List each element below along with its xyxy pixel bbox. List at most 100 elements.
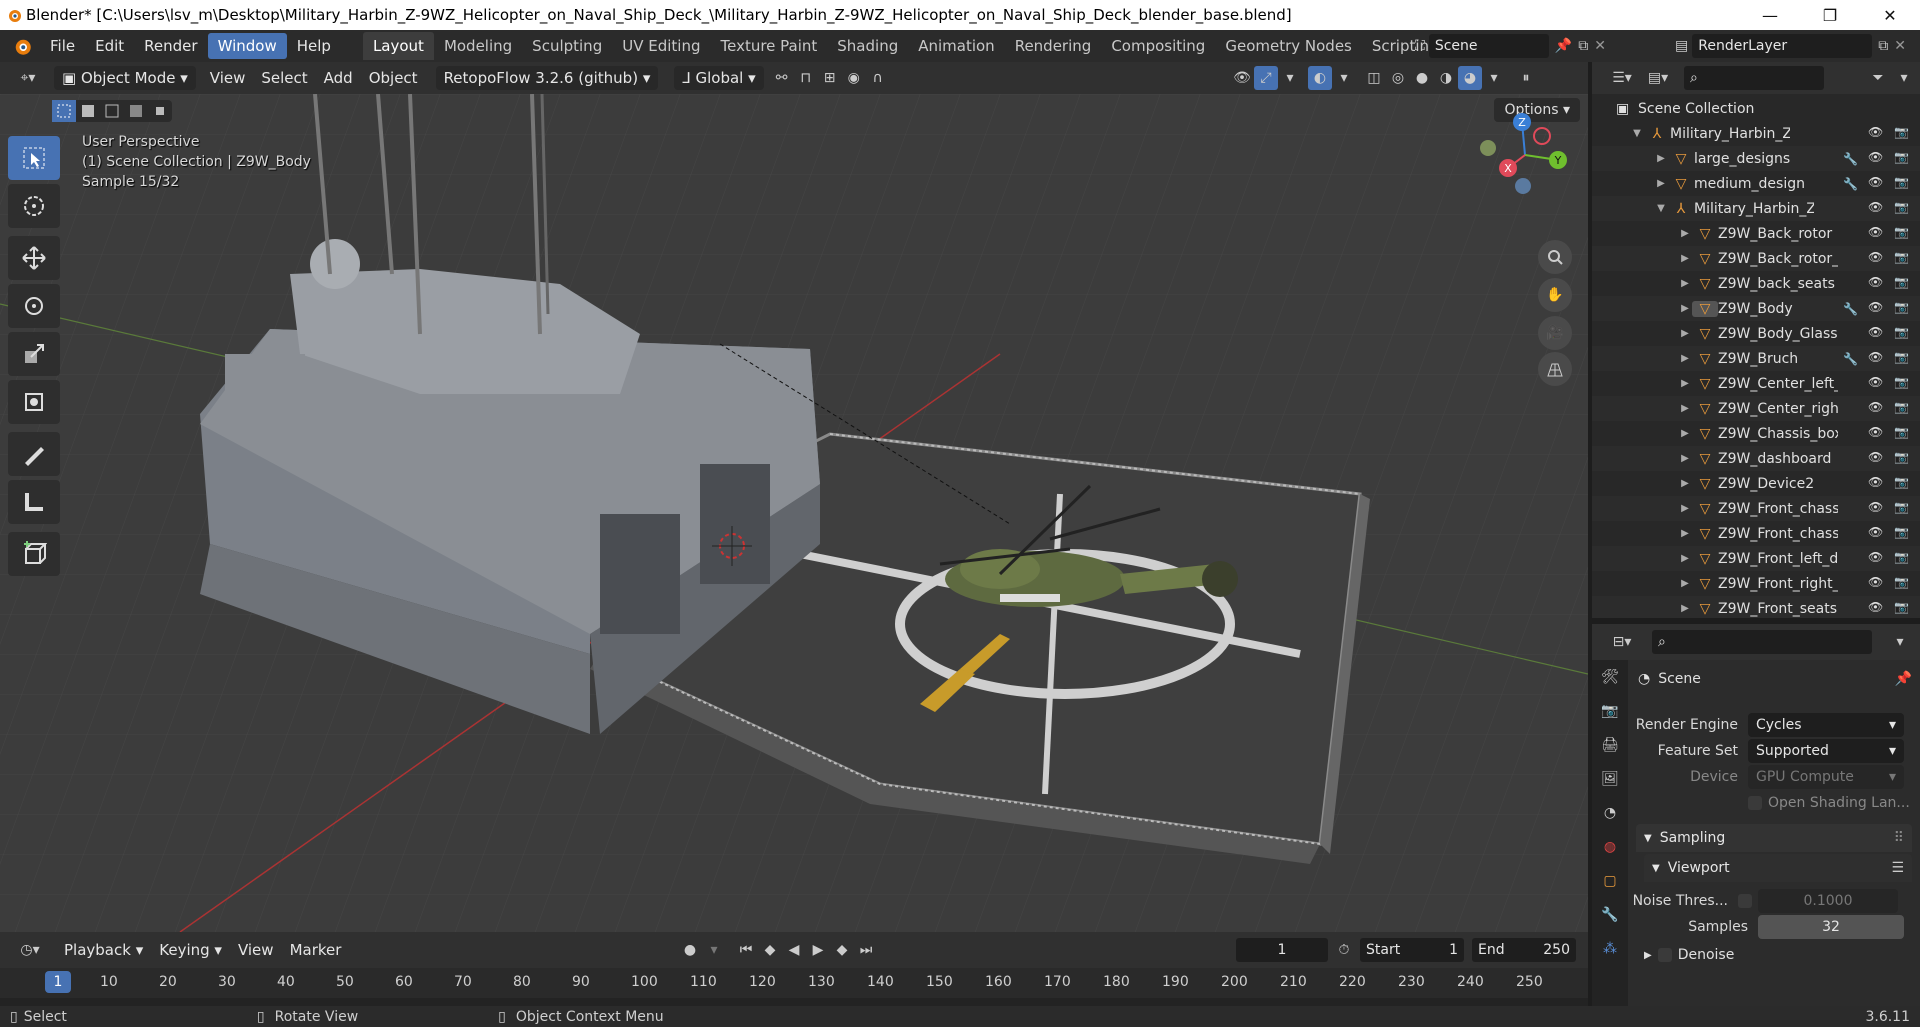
sampling-panel-header[interactable]: ▼ Sampling ⠿ — [1636, 824, 1912, 852]
pivot-icon[interactable]: ⚯ — [770, 66, 794, 90]
pause-render-icon[interactable]: ⏸ — [1514, 66, 1538, 90]
scene-tab-icon[interactable]: ◔ — [1592, 796, 1628, 830]
render-camera-icon[interactable]: 📷 — [1894, 150, 1912, 168]
cursor-tool[interactable] — [8, 184, 60, 228]
tab-modeling[interactable]: Modeling — [434, 32, 522, 60]
minimize-button[interactable]: — — [1740, 0, 1800, 30]
add-cube-tool[interactable] — [8, 532, 60, 576]
modifier-tab-icon[interactable]: 🔧 — [1592, 898, 1628, 932]
navigation-gizmo[interactable]: Z Y X — [1470, 110, 1580, 200]
visibility-eye-icon[interactable]: 👁 — [1868, 175, 1886, 193]
outliner-item[interactable]: ▶ ▽ Z9W_Back_rotor 👁 📷 — [1592, 221, 1920, 246]
chevron-right-icon[interactable]: ▶ — [1678, 478, 1692, 489]
visibility-eye-icon[interactable]: 👁 — [1868, 375, 1886, 393]
drag-handle-icon[interactable]: ⠿ — [1894, 830, 1904, 846]
outliner-item[interactable]: ▶ ▽ Z9W_Device2 👁 📷 — [1592, 471, 1920, 496]
visibility-eye-icon[interactable]: 👁 — [1868, 300, 1886, 318]
select-extend-icon[interactable] — [76, 100, 100, 122]
scene-icon[interactable]: ⛶ — [1415, 38, 1425, 54]
outliner-item[interactable]: ▶ ▽ large_designs 🔧 👁 📷 — [1592, 146, 1920, 171]
world-tab-icon[interactable]: ◍ — [1592, 830, 1628, 864]
close-button[interactable]: ✕ — [1860, 0, 1920, 30]
tab-compositing[interactable]: Compositing — [1101, 32, 1215, 60]
chevron-right-icon[interactable]: ▶ — [1678, 278, 1692, 289]
visibility-icon[interactable]: 👁 — [1230, 66, 1254, 90]
outliner-item[interactable]: ▶ ▽ Z9W_Front_left_dc 👁 📷 — [1592, 546, 1920, 571]
chevron-right-icon[interactable]: ▶ — [1678, 253, 1692, 264]
properties-dropdown-icon[interactable]: ▾ — [1888, 630, 1912, 654]
move-tool[interactable] — [8, 236, 60, 280]
current-frame-field[interactable]: 1 — [1236, 938, 1328, 962]
visibility-eye-icon[interactable]: 👁 — [1868, 275, 1886, 293]
play-icon[interactable]: ▶ — [806, 938, 830, 962]
snap-target-icon[interactable]: ⊞ — [818, 66, 842, 90]
visibility-eye-icon[interactable]: 👁 — [1868, 150, 1886, 168]
pin-icon[interactable]: 📌 — [1555, 38, 1572, 54]
chevron-right-icon[interactable]: ▶ — [1678, 428, 1692, 439]
chevron-right-icon[interactable]: ▶ — [1654, 153, 1668, 164]
tab-uv-editing[interactable]: UV Editing — [612, 32, 710, 60]
tab-sculpting[interactable]: Sculpting — [522, 32, 612, 60]
chevron-right-icon[interactable]: ▶ — [1678, 603, 1692, 614]
visibility-eye-icon[interactable]: 👁 — [1868, 525, 1886, 543]
mode-dropdown[interactable]: ▣ Object Mode ▾ — [54, 66, 196, 90]
scale-tool[interactable] — [8, 332, 60, 376]
scene-collection-row[interactable]: ▣ Scene Collection — [1592, 96, 1920, 121]
chevron-right-icon[interactable]: ▶ — [1678, 403, 1692, 414]
select-new-icon[interactable] — [52, 100, 76, 122]
chevron-right-icon[interactable]: ▶ — [1678, 228, 1692, 239]
object-tab-icon[interactable]: ▢ — [1592, 864, 1628, 898]
falloff-icon[interactable]: ∩ — [866, 66, 890, 90]
tab-texture-paint[interactable]: Texture Paint — [710, 32, 827, 60]
outliner-item[interactable]: ▼ ⅄ Military_Harbin_Z_9W7 👁 📷 — [1592, 196, 1920, 221]
render-camera-icon[interactable]: 📷 — [1894, 475, 1912, 493]
visibility-eye-icon[interactable]: 👁 — [1868, 500, 1886, 518]
visibility-eye-icon[interactable]: 👁 — [1868, 425, 1886, 443]
solid-shading-icon[interactable]: ● — [1410, 66, 1434, 90]
timeline-scrollbar[interactable] — [0, 998, 1588, 1006]
zoom-icon[interactable] — [1538, 240, 1572, 274]
visibility-eye-icon[interactable]: 👁 — [1868, 400, 1886, 418]
render-engine-dropdown[interactable]: Cycles ▾ — [1748, 713, 1904, 737]
chevron-right-icon[interactable]: ▶ — [1678, 378, 1692, 389]
chevron-right-icon[interactable]: ▶ — [1678, 353, 1692, 364]
orientation-dropdown[interactable]: ⅃ Global ▾ — [674, 66, 764, 90]
gizmo-dropdown-icon[interactable]: ▾ — [1278, 66, 1302, 90]
samples-field[interactable]: 32 — [1758, 915, 1904, 939]
render-camera-icon[interactable]: 📷 — [1894, 375, 1912, 393]
outliner-item[interactable]: ▶ ▽ Z9W_Front_seats 👁 📷 — [1592, 596, 1920, 618]
rotate-tool[interactable] — [8, 284, 60, 328]
render-camera-icon[interactable]: 📷 — [1894, 400, 1912, 418]
rendered-shading-icon[interactable]: ◕ — [1458, 66, 1482, 90]
pin-context-icon[interactable]: 📌 — [1895, 671, 1912, 687]
prev-keyframe-icon[interactable]: ◆ — [758, 938, 782, 962]
outliner-item[interactable]: ▶ ▽ Z9W_Center_right 👁 📷 — [1592, 396, 1920, 421]
filter-icon[interactable]: ⏷ — [1866, 66, 1890, 90]
snap-icon[interactable]: ⊓ — [794, 66, 818, 90]
outliner-search-input[interactable]: ⌕ — [1684, 66, 1824, 90]
osl-checkbox[interactable] — [1748, 796, 1762, 810]
overlay-toggle-icon[interactable]: ◐ — [1308, 66, 1332, 90]
visibility-eye-icon[interactable]: 👁 — [1868, 125, 1886, 143]
chevron-right-icon[interactable]: ▶ — [1678, 503, 1692, 514]
menu-marker[interactable]: Marker — [282, 938, 350, 962]
annotate-tool[interactable] — [8, 432, 60, 476]
jump-end-icon[interactable]: ⏭ — [854, 938, 878, 962]
visibility-eye-icon[interactable]: 👁 — [1868, 250, 1886, 268]
outliner-item[interactable]: ▼ ⅄ Military_Harbin_Z_9WZ_He 👁 📷 — [1592, 121, 1920, 146]
menu-edit[interactable]: Edit — [85, 33, 134, 59]
pan-hand-icon[interactable]: ✋ — [1538, 278, 1572, 312]
render-tab-icon[interactable]: 📷 — [1592, 694, 1628, 728]
visibility-eye-icon[interactable]: 👁 — [1868, 450, 1886, 468]
tab-geometry-nodes[interactable]: Geometry Nodes — [1215, 32, 1362, 60]
display-mode-icon[interactable]: ▤▾ — [1640, 66, 1676, 90]
outliner-item[interactable]: ▶ ▽ Z9W_Front_right_c 👁 📷 — [1592, 571, 1920, 596]
render-camera-icon[interactable]: 📷 — [1894, 550, 1912, 568]
device-dropdown[interactable]: GPU Compute ▾ — [1748, 765, 1904, 789]
menu-keying[interactable]: Keying ▾ — [151, 938, 230, 962]
scene-selector[interactable]: Scene — [1428, 34, 1549, 58]
editor-type-icon[interactable]: ⌖▾ — [10, 66, 46, 90]
noise-threshold-checkbox[interactable] — [1738, 894, 1752, 908]
copy-layer-icon[interactable]: ⧉ — [1878, 38, 1888, 54]
noise-threshold-field[interactable]: 0.1000 — [1758, 889, 1898, 913]
